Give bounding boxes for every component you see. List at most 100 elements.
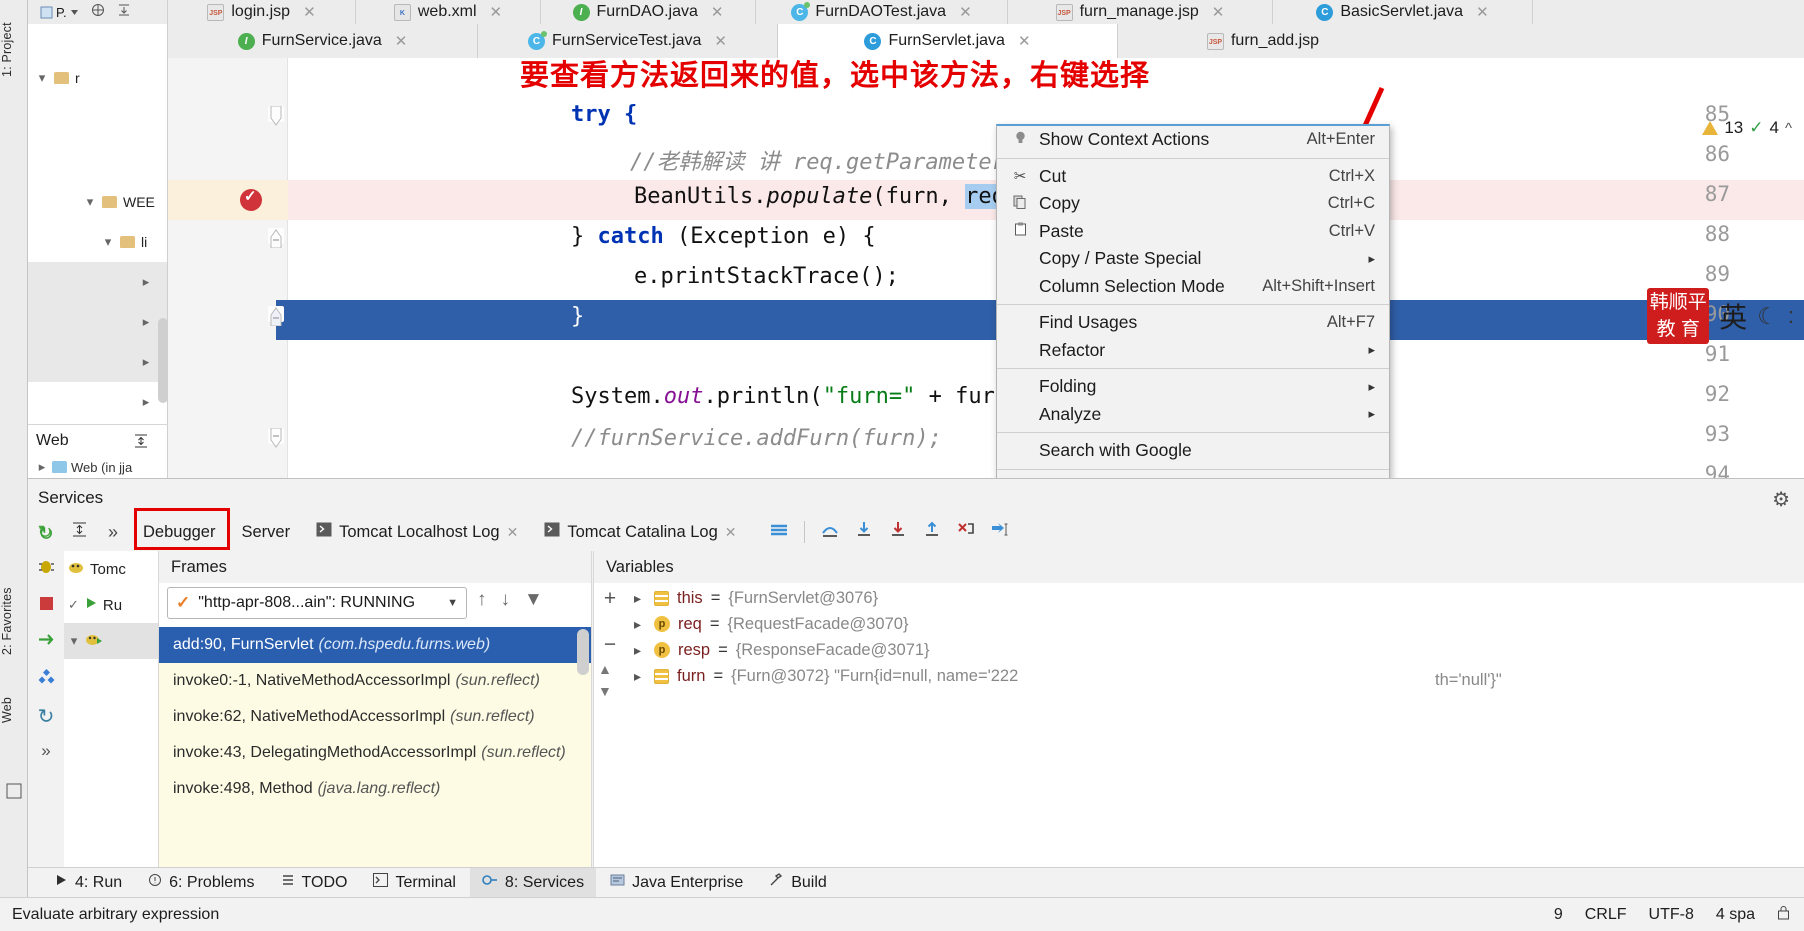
close-icon[interactable]: ✕ [711, 3, 724, 21]
status-indent[interactable]: 4 spa [1716, 906, 1755, 924]
bottom-item-run[interactable]: 4: Run [42, 868, 134, 898]
tab-server[interactable]: Server [228, 513, 303, 551]
variable-row[interactable]: ▸ this = {FurnServlet@3076} [626, 585, 1804, 611]
close-icon[interactable]: ✕ [395, 32, 408, 50]
stop-icon[interactable] [38, 595, 55, 618]
tab-furndaotest-java[interactable]: C FurnDAOTest.java ✕ [756, 0, 1008, 24]
close-icon[interactable]: ✕ [490, 3, 503, 21]
chevron-up-icon[interactable]: ^ [1785, 120, 1792, 137]
tree-item[interactable]: ▾ r [28, 58, 167, 98]
tab-login-jsp[interactable]: JSP login.jsp ✕ [168, 0, 356, 24]
add-watch-icon[interactable]: + [604, 587, 616, 611]
expand-all-icon[interactable] [117, 3, 131, 22]
tree-item[interactable]: ▾ WEE [28, 182, 167, 222]
tab-furn-add-jsp[interactable]: JSP furn_add.jsp [1118, 24, 1408, 58]
tab-web-xml[interactable]: K web.xml ✕ [356, 0, 541, 24]
tree-item-run[interactable]: ✓ Ru [64, 587, 167, 623]
chevron-down-icon[interactable]: ▾ [84, 194, 96, 210]
rerun-icon[interactable]: ↻ [38, 523, 54, 546]
lock-icon[interactable] [1777, 905, 1790, 925]
tree-item-tomcat-running[interactable]: ▾ [64, 623, 167, 659]
frame-list-item[interactable]: invoke0:-1, NativeMethodAccessorImpl (su… [159, 663, 591, 699]
tab-tomcat-catalina-log[interactable]: Tomcat Catalina Log ✕ [531, 513, 749, 551]
tool-window-web[interactable]: Web [0, 680, 28, 740]
frame-up-icon[interactable]: ↑ [477, 589, 487, 611]
tree-item[interactable]: ▸ [28, 382, 167, 422]
drop-frame-icon[interactable] [949, 521, 983, 543]
tree-item[interactable]: ▸ [28, 262, 167, 302]
menu-item-search-with-google[interactable]: Search with Google [997, 437, 1389, 465]
close-icon[interactable]: ✕ [1212, 3, 1225, 21]
more-options-icon[interactable]: » [41, 741, 50, 761]
resume-icon[interactable] [37, 630, 56, 655]
tab-furndao-java[interactable]: I FurnDAO.java ✕ [541, 0, 756, 24]
chevron-right-icon[interactable]: ▸ [140, 314, 152, 330]
chevron-right-icon[interactable]: ▸ [140, 394, 152, 410]
step-out-icon[interactable] [915, 521, 949, 543]
close-icon[interactable]: ✕ [507, 524, 519, 541]
chevron-down-icon[interactable]: ▾ [68, 633, 80, 649]
bottom-item-java-enterprise[interactable]: Java Enterprise [598, 868, 755, 898]
move-down-icon[interactable]: ▼ [598, 683, 612, 699]
close-icon[interactable]: ✕ [959, 3, 972, 21]
tool-window-project[interactable]: 1: Project [0, 4, 28, 96]
menu-item-refactor[interactable]: Refactor ▸ [997, 337, 1389, 365]
bottom-item-todo[interactable]: TODO [269, 868, 360, 898]
frame-list-item[interactable]: invoke:498, Method (java.lang.reflect) [159, 771, 591, 807]
chevron-down-icon[interactable]: ▾ [102, 234, 114, 250]
inspection-status[interactable]: 13 ✓ 4 ^ [1702, 118, 1792, 138]
status-encoding[interactable]: UTF-8 [1649, 906, 1694, 924]
move-up-icon[interactable]: ▲ [598, 661, 612, 677]
close-icon[interactable]: ✕ [714, 32, 727, 50]
structure-icon[interactable] [5, 782, 23, 800]
tree-item[interactable]: ▾ li [28, 222, 167, 262]
bottom-item-services[interactable]: 8: Services [469, 867, 597, 898]
menu-item-column-selection-mode[interactable]: Column Selection Mode Alt+Shift+Insert [997, 273, 1389, 301]
filter-icon[interactable]: ▼ [524, 589, 543, 611]
gear-icon[interactable]: ⚙ [1772, 487, 1790, 512]
frame-down-icon[interactable]: ↓ [501, 589, 511, 611]
chevron-right-icon[interactable]: ▸ [634, 590, 646, 607]
view-breakpoints-icon[interactable] [37, 667, 56, 692]
soft-wrap-icon[interactable] [762, 522, 796, 543]
variables-pane[interactable]: Variables + − ▲ ▼ ▸ this = {FurnServlet@… [593, 551, 1804, 897]
step-over-icon[interactable] [813, 522, 847, 543]
menu-item-folding[interactable]: Folding ▸ [997, 373, 1389, 401]
variable-row[interactable]: ▸ furn = {Furn@3072} "Furn{id=null, name… [626, 663, 1804, 689]
step-into-icon[interactable] [847, 521, 881, 543]
web-facet-panel[interactable]: Web ▸ Web (in jja [28, 424, 168, 478]
tree-item[interactable]: ▸ [28, 342, 167, 382]
tab-basicservlet-java[interactable]: C BasicServlet.java ✕ [1273, 0, 1533, 24]
chevron-right-icon[interactable]: ▸ [140, 354, 152, 370]
chevron-right-icon[interactable]: ▸ [140, 274, 152, 290]
run-configurations-tree[interactable]: Tomc ✓ Ru ▾ [64, 551, 168, 897]
frames-pane[interactable]: Frames ✓ "http-apr-808...ain": RUNNING ▼… [158, 551, 592, 897]
menu-item-find-usages[interactable]: Find Usages Alt+F7 [997, 309, 1389, 337]
chevron-down-icon[interactable]: ▼ [447, 597, 458, 609]
menu-item-paste[interactable]: Paste Ctrl+V [997, 218, 1389, 246]
bottom-item-problems[interactable]: 6: Problems [136, 868, 266, 898]
variable-list[interactable]: ▸ this = {FurnServlet@3076} ▸ p req = {R… [626, 585, 1804, 897]
frame-list-item[interactable]: invoke:62, NativeMethodAccessorImpl (sun… [159, 699, 591, 735]
variable-row[interactable]: ▸ p resp = {ResponseFacade@3071} [626, 637, 1804, 663]
expand-collapse-icon[interactable] [133, 433, 149, 454]
tab-tomcat-localhost-log[interactable]: Tomcat Localhost Log ✕ [303, 513, 531, 551]
tree-item-tomcat[interactable]: Tomc [64, 551, 167, 587]
project-tree-scrollbar[interactable] [158, 318, 167, 403]
restore-layout-icon[interactable]: ↻ [38, 704, 55, 729]
project-tree[interactable]: ▾ r ▾ WEE ▾ li ▸ ▸ ▸ ▸ ▸ ▸ [28, 58, 168, 478]
project-view-icon[interactable]: P. [40, 5, 79, 20]
force-step-into-icon[interactable] [881, 521, 915, 543]
frame-list[interactable]: add:90, FurnServlet (com.hspedu.furns.we… [159, 627, 591, 896]
scrollbar-thumb[interactable] [577, 629, 589, 675]
fold-marker-icon[interactable] [268, 228, 284, 249]
tree-item[interactable]: ▸ [28, 302, 167, 342]
menu-item-cut[interactable]: ✂ Cut Ctrl+X [997, 163, 1389, 191]
status-caret-position[interactable]: 9 [1554, 906, 1563, 924]
close-icon[interactable]: ✕ [725, 524, 737, 541]
more-tabs-icon[interactable]: » [96, 522, 130, 543]
close-icon[interactable]: ✕ [1018, 32, 1031, 50]
frame-list-item[interactable]: invoke:43, DelegatingMethodAccessorImpl … [159, 735, 591, 771]
variable-row[interactable]: ▸ p req = {RequestFacade@3070} [626, 611, 1804, 637]
close-icon[interactable]: ✕ [1476, 3, 1489, 21]
